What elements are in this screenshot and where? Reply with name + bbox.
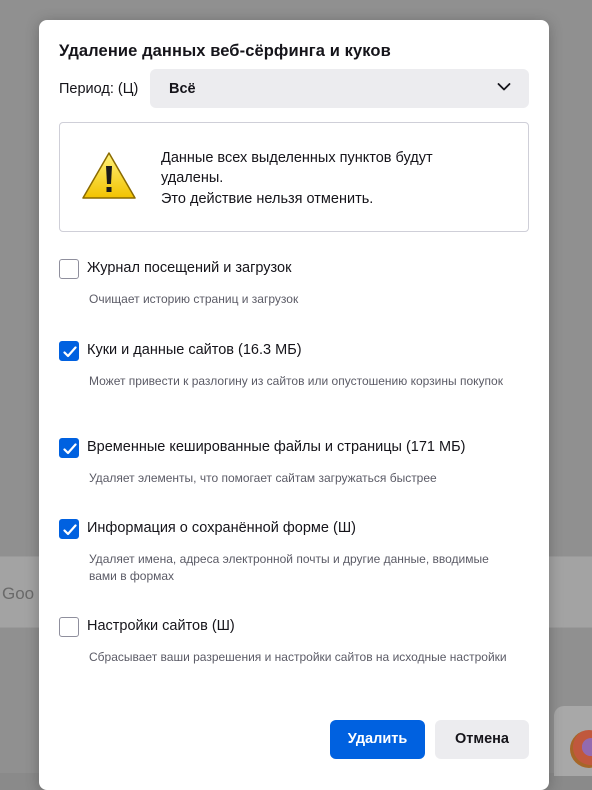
option-description: Удаляет имена, адреса электронной почты … [89, 552, 489, 583]
form-data-checkbox[interactable] [59, 519, 79, 539]
site-settings-checkbox[interactable] [59, 617, 79, 637]
period-selected-value: Всё [169, 81, 196, 97]
period-label: Период: (Ц) [59, 81, 139, 97]
option-label[interactable]: Журнал посещений и загрузок [87, 260, 291, 276]
warning-text: Данные всех выделенных пунктов будут уда… [161, 150, 433, 186]
checkmark-icon [63, 443, 77, 455]
delete-button[interactable]: Удалить [330, 720, 425, 759]
option-label[interactable]: Информация о сохранённой форме (Ш) [87, 520, 356, 536]
option-description: Очищает историю страниц и загрузок [89, 292, 299, 306]
warning-box: Данные всех выделенных пунктов будут уда… [59, 122, 529, 232]
dialog-title: Удаление данных веб-сёрфинга и куков [59, 42, 391, 60]
option-description: Удаляет элементы, что помогает сайтам за… [89, 471, 437, 485]
cancel-button[interactable]: Отмена [435, 720, 529, 759]
history-checkbox[interactable] [59, 259, 79, 279]
option-description: Сбрасывает ваши разрешения и настройки с… [89, 650, 507, 664]
option-label[interactable]: Настройки сайтов (Ш) [87, 618, 235, 634]
option-label[interactable]: Куки и данные сайтов (16.3 МБ) [87, 342, 302, 358]
checkmark-icon [63, 524, 77, 536]
background-search-text: Goo [2, 584, 35, 603]
checkmark-icon [63, 346, 77, 358]
option-description: Может привести к разлогину из сайтов или… [89, 374, 503, 388]
period-select[interactable]: Всё [150, 69, 529, 108]
warning-triangle-icon [82, 152, 136, 199]
clear-data-dialog: Удаление данных веб-сёрфинга и куков Пер… [39, 20, 549, 790]
warning-undo-text: Это действие нельзя отменить. [161, 191, 374, 207]
cookies-checkbox[interactable] [59, 341, 79, 361]
option-label[interactable]: Временные кешированные файлы и страницы … [87, 439, 465, 455]
chevron-down-icon [497, 83, 511, 91]
cache-checkbox[interactable] [59, 438, 79, 458]
